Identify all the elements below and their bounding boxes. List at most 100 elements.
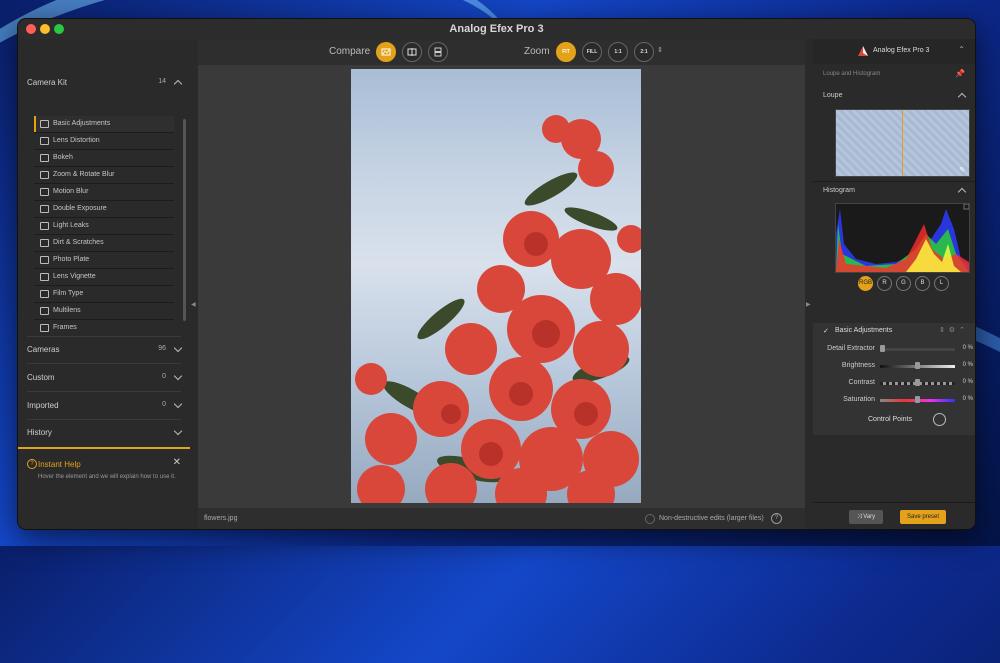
filter-icon: [40, 222, 49, 230]
help-icon: ?: [27, 459, 37, 469]
right-panel-footer: ⤨ Vary Save preset: [813, 502, 975, 529]
history-header[interactable]: History: [18, 419, 190, 446]
zoom-window-button[interactable]: [54, 24, 64, 34]
help-icon[interactable]: ?: [771, 513, 782, 524]
flowers-photo: [355, 115, 641, 503]
instant-help-panel: ? Instant Help ✕ Hover the element and w…: [18, 447, 190, 529]
slider-label: Contrast: [848, 379, 875, 386]
channel-rgb-button[interactable]: RGB: [858, 276, 873, 291]
compare-label: Compare: [329, 46, 371, 57]
filter-icon: [40, 273, 49, 281]
chevron-up-icon: [173, 79, 183, 89]
chevron-down-icon: [173, 371, 183, 381]
chevron-down-icon: [173, 426, 183, 436]
filter-item[interactable]: Double Exposure: [34, 201, 174, 218]
right-panel: Analog Efex Pro 3 ⌃ Loupe and Histogram …: [813, 39, 975, 529]
gear-icon[interactable]: ⚙: [949, 326, 955, 334]
preview-image[interactable]: [351, 69, 641, 503]
filter-icon: [40, 171, 49, 179]
zoom-fill-button[interactable]: FILL: [582, 42, 602, 62]
zoom-2-1-button[interactable]: 2:1: [634, 42, 654, 62]
collapse-left-panel-handle[interactable]: ◀: [190, 39, 198, 529]
chevron-up-icon: [957, 187, 967, 197]
slider-thumb[interactable]: [915, 362, 920, 369]
filter-item[interactable]: Frames: [34, 320, 174, 337]
collapse-all-icon[interactable]: ⌃: [958, 45, 965, 54]
minimize-window-button[interactable]: [40, 24, 50, 34]
slider-value: 0 %: [962, 362, 973, 368]
pin-icon[interactable]: 📌: [955, 69, 965, 78]
cameras-header[interactable]: Cameras 96: [18, 336, 190, 363]
filter-label: Frames: [53, 324, 77, 331]
nondestructive-checkbox[interactable]: [645, 514, 655, 524]
filter-item[interactable]: Basic Adjustments: [34, 116, 174, 133]
app-logo-icon: [858, 46, 868, 56]
filter-item[interactable]: Light Leaks: [34, 218, 174, 235]
chevron-down-icon: [173, 343, 183, 353]
filter-label: Bokeh: [53, 154, 73, 161]
close-window-button[interactable]: [26, 24, 36, 34]
filter-icon: [40, 239, 49, 247]
filter-label: Photo Plate: [53, 256, 90, 263]
filter-item[interactable]: Lens Vignette: [34, 269, 174, 286]
instant-help-title: Instant Help: [38, 460, 81, 469]
chevron-up-icon[interactable]: ⌃: [959, 326, 965, 334]
slider-label: Brightness: [841, 362, 875, 369]
channel-l-button[interactable]: L: [934, 276, 949, 291]
loupe-view[interactable]: ✎: [835, 109, 970, 177]
compare-single-view-button[interactable]: [376, 42, 396, 62]
instant-help-body: Hover the element and we will explain ho…: [38, 474, 176, 480]
slider-value: 0 %: [962, 379, 973, 385]
zoom-stepper-icon[interactable]: ⇕: [657, 46, 663, 54]
imported-label: Imported: [27, 401, 59, 410]
filter-item[interactable]: Lens Distortion: [34, 133, 174, 150]
save-preset-button[interactable]: Save preset: [900, 510, 946, 524]
channel-r-button[interactable]: R: [877, 276, 892, 291]
slider-row: Saturation 0 %: [823, 394, 973, 406]
slider-track[interactable]: [880, 348, 955, 351]
slider-thumb[interactable]: [915, 396, 920, 403]
filter-item[interactable]: Photo Plate: [34, 252, 174, 269]
pin-icon[interactable]: ✎: [959, 166, 965, 174]
camera-kit-header[interactable]: Camera Kit 14: [18, 69, 190, 96]
filter-item[interactable]: Motion Blur: [34, 184, 174, 201]
add-control-point-icon[interactable]: [933, 413, 946, 426]
cameras-count: 96: [158, 345, 166, 352]
imported-header[interactable]: Imported 0: [18, 392, 190, 419]
zoom-fit-button[interactable]: FIT: [556, 42, 576, 62]
compare-split-view-button[interactable]: [402, 42, 422, 62]
check-icon[interactable]: ✓: [823, 327, 829, 335]
chevron-up-icon: [957, 92, 967, 102]
filter-icon: [40, 188, 49, 196]
collapse-right-panel-handle[interactable]: ▶: [805, 39, 813, 529]
slider-thumb[interactable]: [880, 345, 885, 352]
loupe-histogram-section: Loupe and Histogram 📌: [813, 69, 975, 81]
loupe-crosshair: [902, 110, 903, 176]
control-points-label: Control Points: [868, 416, 912, 423]
filter-list-scrollbar[interactable]: [183, 119, 186, 321]
filter-item[interactable]: Film Type: [34, 286, 174, 303]
compare-side-by-side-button[interactable]: [428, 42, 448, 62]
basic-adjustments-panel: ✓ Basic Adjustments ⇕ ⚙ ⌃ Detail Extract…: [813, 323, 975, 435]
channel-g-button[interactable]: G: [896, 276, 911, 291]
slider-thumb[interactable]: [915, 379, 920, 386]
filter-label: Film Type: [53, 290, 84, 297]
vary-label: Vary: [863, 514, 876, 520]
filter-item[interactable]: Dirt & Scratches: [34, 235, 174, 252]
channel-b-button[interactable]: B: [915, 276, 930, 291]
close-help-icon[interactable]: ✕: [173, 457, 181, 468]
loupe-header[interactable]: Loupe: [813, 88, 975, 104]
filter-item[interactable]: Bokeh: [34, 150, 174, 167]
filter-item[interactable]: Zoom & Rotate Blur: [34, 167, 174, 184]
filter-label: Lens Vignette: [53, 273, 96, 280]
reorder-icon[interactable]: ⇕: [939, 326, 945, 334]
filter-item[interactable]: Multilens: [34, 303, 174, 320]
zoom-1-1-button[interactable]: 1:1: [608, 42, 628, 62]
histogram-header[interactable]: Histogram: [813, 183, 975, 199]
left-panel: Camera Kit 14 Basic Adjustments Lens Dist…: [18, 39, 191, 529]
app-window: Analog Efex Pro 3 Camera Kit 14 Basic Ad…: [17, 18, 976, 530]
vary-button[interactable]: ⤨ Vary: [849, 510, 883, 524]
custom-header[interactable]: Custom 0: [18, 364, 190, 391]
filter-icon: [40, 205, 49, 213]
slider-row: Brightness 0 %: [823, 360, 973, 372]
